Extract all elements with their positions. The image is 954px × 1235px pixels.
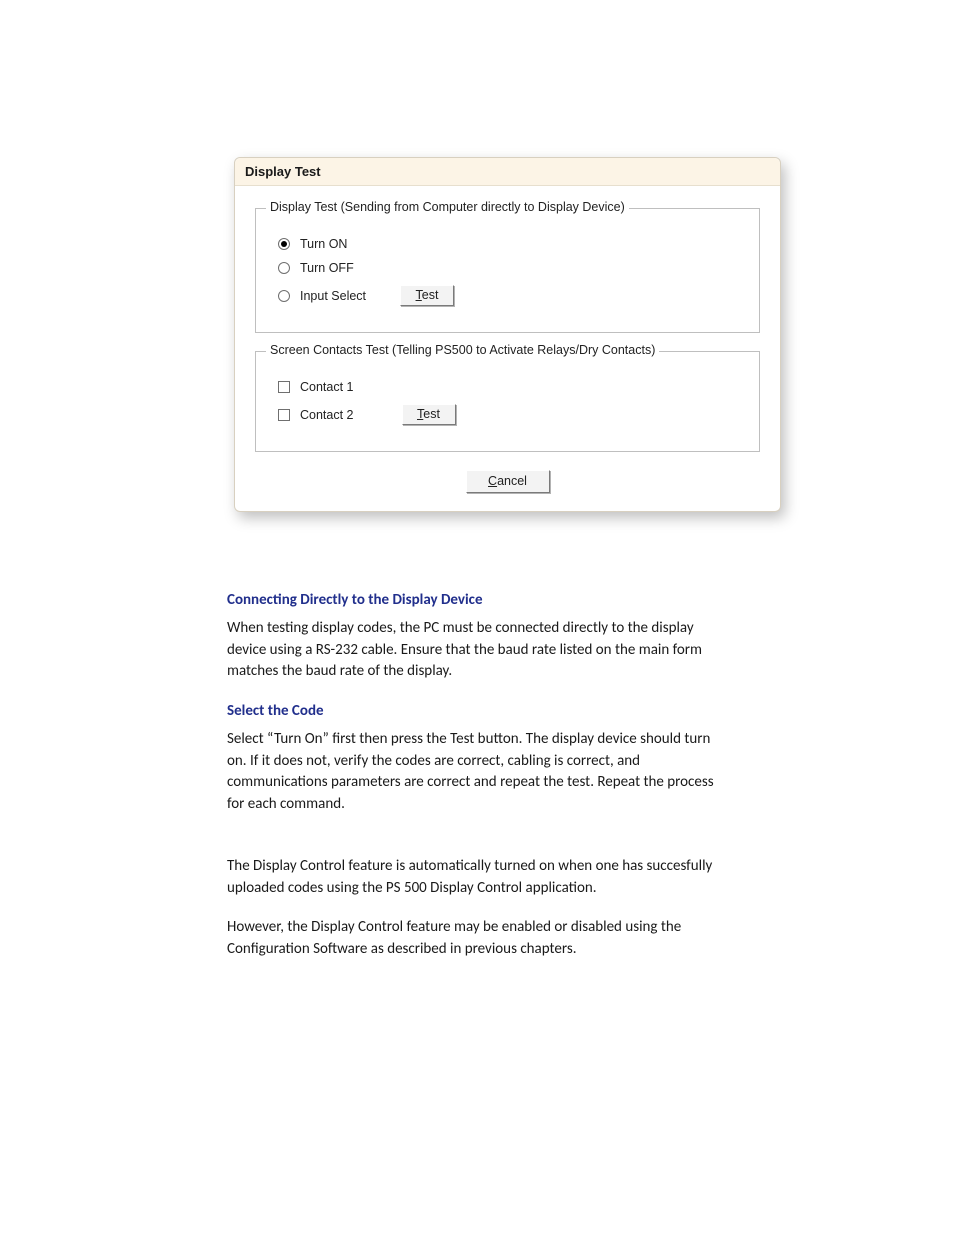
test-button-rest: est [423,407,440,421]
dialog-title: Display Test [235,158,780,186]
paragraph-select-code: Select “Turn On” first then press the Te… [227,729,727,816]
test-button-rest: est [422,288,439,302]
group-screen-contacts: Screen Contacts Test (Telling PS500 to A… [255,351,760,452]
radio-turn-on-label: Turn ON [300,237,347,251]
cancel-button[interactable]: Cancel [466,470,550,493]
heading-connecting: Connecting Directly to the Display Devic… [227,590,727,612]
group-display-test-legend: Display Test (Sending from Computer dire… [266,200,629,214]
test-button-display[interactable]: Test [400,285,454,306]
cancel-button-rest: ancel [497,474,527,488]
document-body: Connecting Directly to the Display Devic… [227,590,727,979]
radio-input-select[interactable]: Input Select [278,289,366,303]
test-button-contacts[interactable]: Test [402,404,456,425]
dialog-body: Display Test (Sending from Computer dire… [235,186,780,511]
paragraph-auto-on: The Display Control feature is automatic… [227,856,727,900]
contact-2-label: Contact 2 [300,408,354,422]
radio-turn-on[interactable]: Turn ON [278,237,743,251]
display-test-dialog: Display Test Display Test (Sending from … [234,157,781,512]
group-display-test: Display Test (Sending from Computer dire… [255,208,760,333]
radio-icon [278,238,290,250]
radio-icon [278,262,290,274]
radio-icon [278,290,290,302]
radio-turn-off-label: Turn OFF [300,261,354,275]
display-test-dialog-wrap: Display Test Display Test (Sending from … [234,157,781,512]
contact-1-label: Contact 1 [300,380,354,394]
paragraph-enable-disable: However, the Display Control feature may… [227,917,727,961]
checkbox-icon [278,381,290,393]
radio-turn-off[interactable]: Turn OFF [278,261,743,275]
cancel-button-prefix: C [488,474,497,488]
paragraph-connecting: When testing display codes, the PC must … [227,618,727,683]
checkbox-contact-2[interactable]: Contact 2 [278,408,354,422]
radio-input-select-label: Input Select [300,289,366,303]
checkbox-contact-1[interactable]: Contact 1 [278,380,743,394]
checkbox-icon [278,409,290,421]
heading-select-code: Select the Code [227,701,727,723]
group-screen-contacts-legend: Screen Contacts Test (Telling PS500 to A… [266,343,659,357]
